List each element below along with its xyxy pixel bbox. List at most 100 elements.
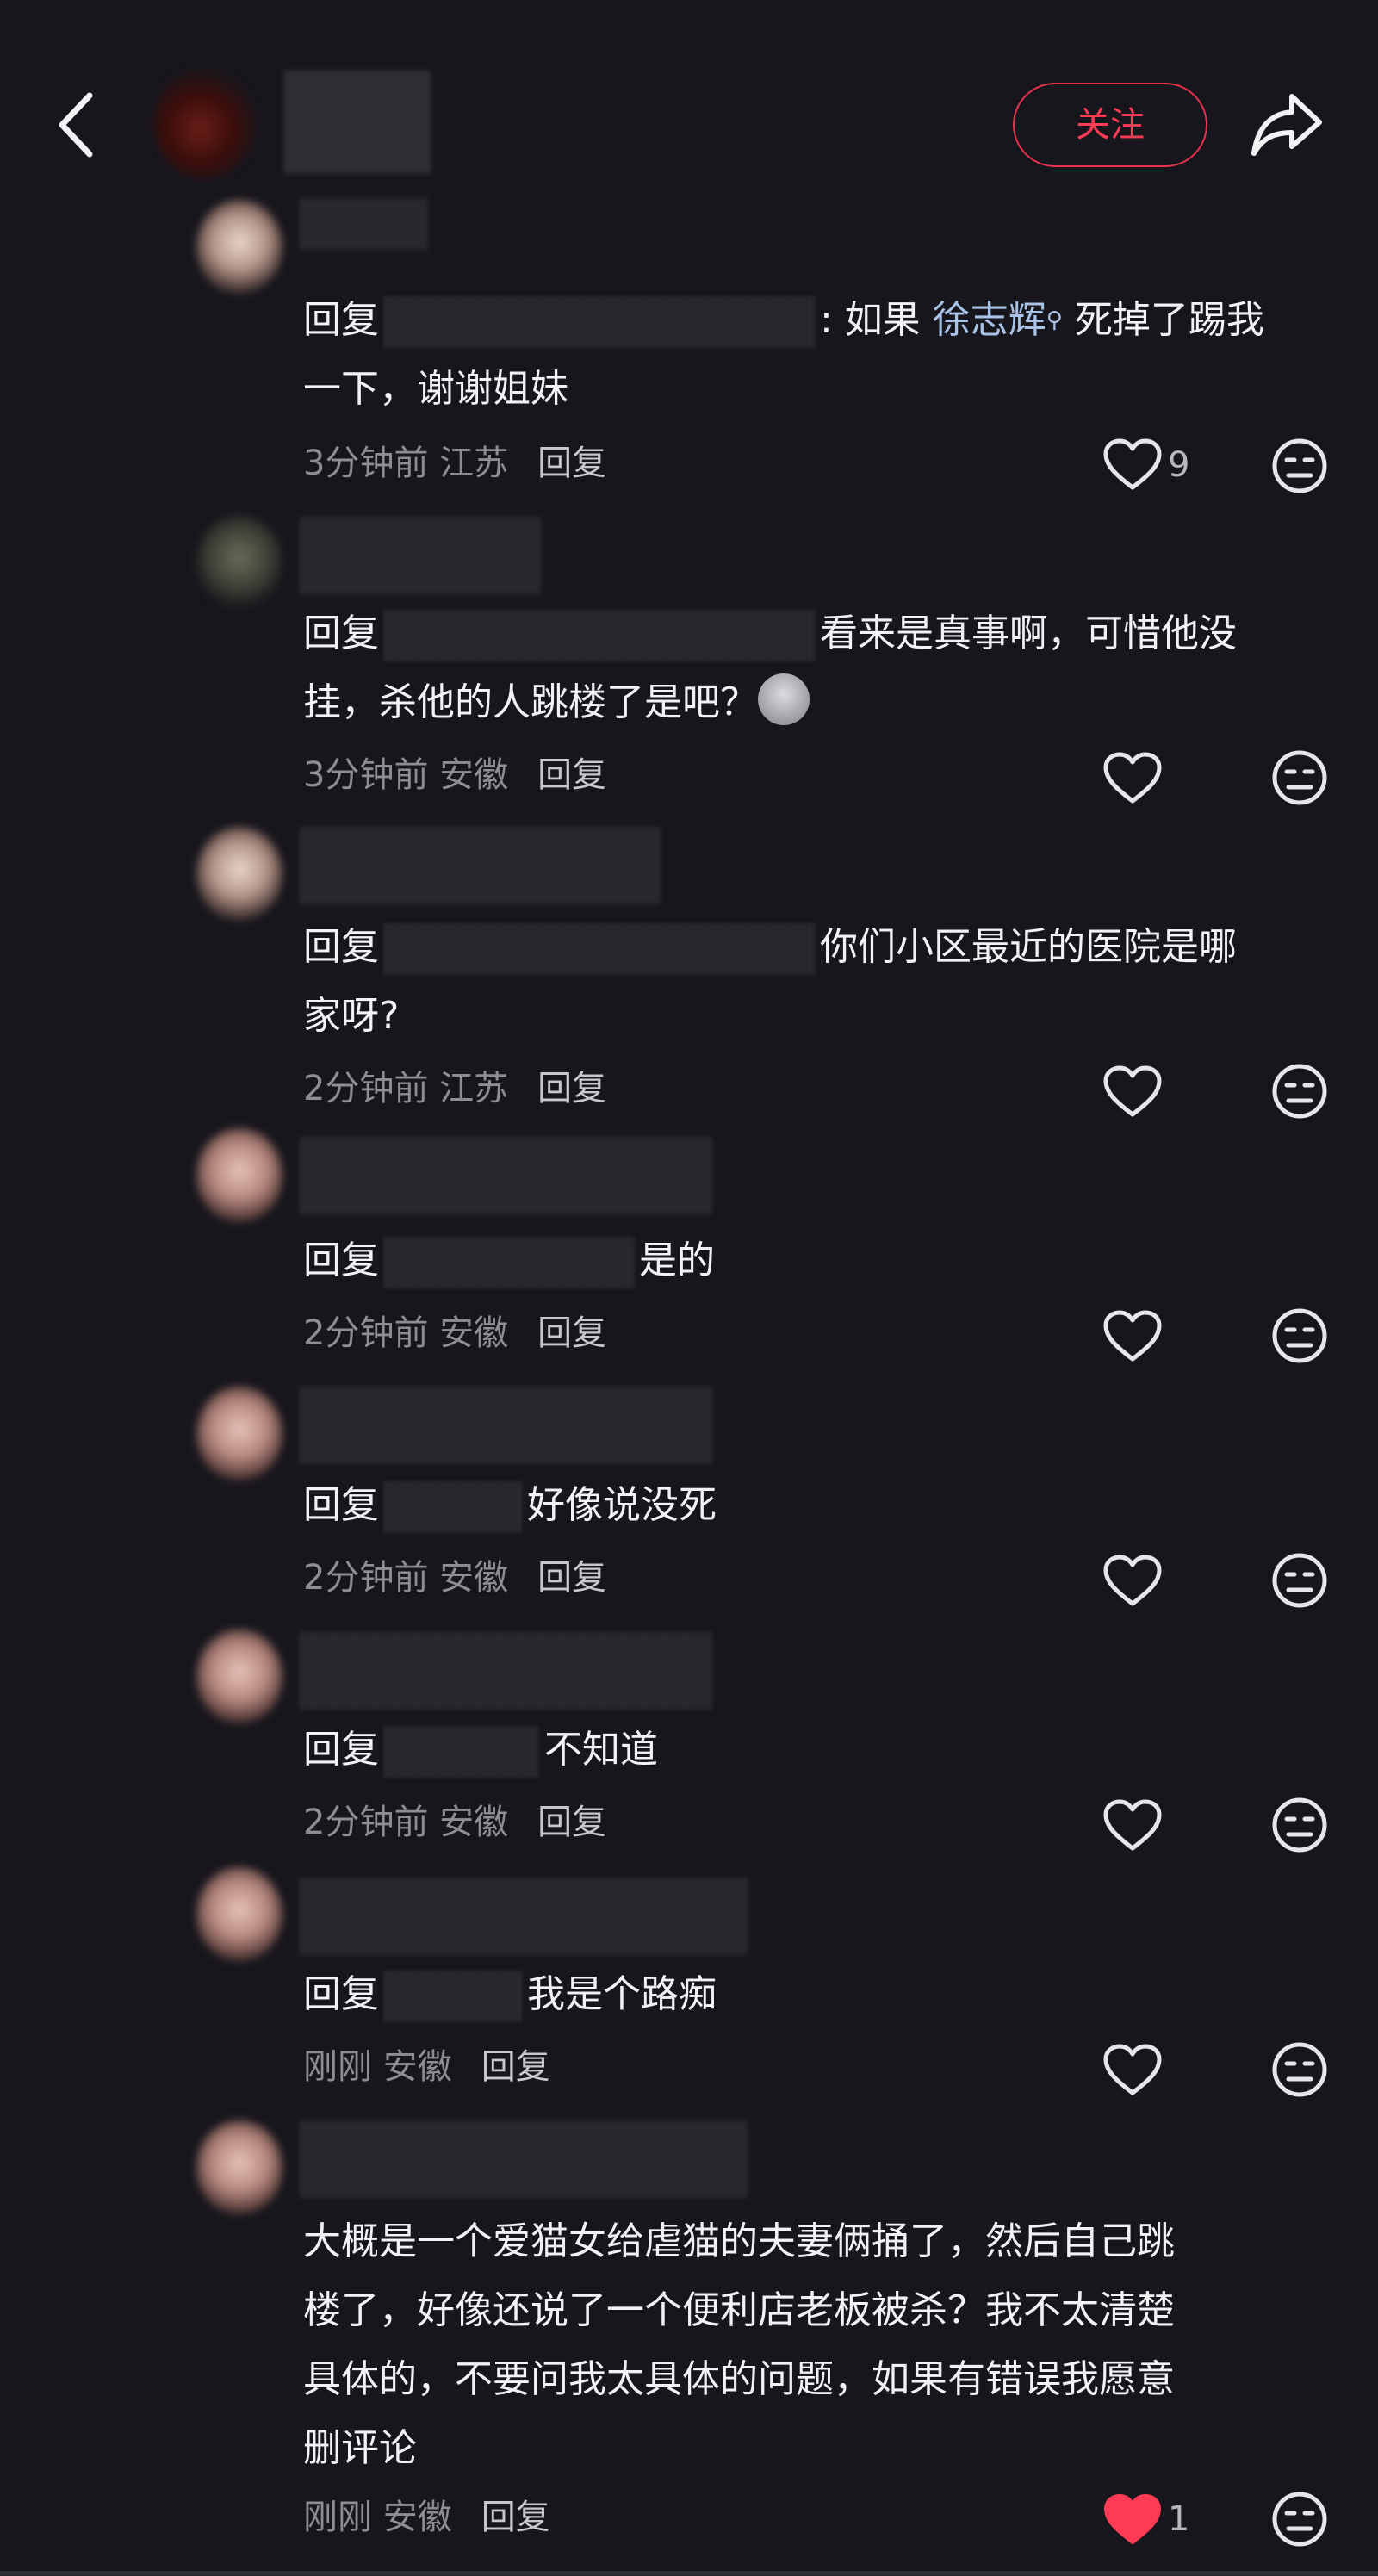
comment-text-line: 是的 (639, 1238, 715, 1282)
comment-text: 大概是一个爱猫女给虐猫的夫妻俩捅了，然后自己跳 楼了，好像还说了一个便利店老板被… (303, 2207, 1337, 2483)
comment-text-line: 看来是真事啊，可惜他没 (820, 611, 1237, 655)
location: 江苏 (439, 444, 509, 483)
username-blurred (300, 1878, 748, 1955)
dislike-face-icon[interactable] (1269, 1061, 1330, 1121)
avatar[interactable] (196, 1387, 282, 1481)
avatar[interactable] (196, 515, 282, 610)
comment-meta: 2分钟前 安徽 回复 (303, 1552, 606, 1604)
comment-text: 回复 不知道 (303, 1716, 1337, 1785)
reply-prefix: 回复 (303, 925, 379, 969)
timestamp: 2分钟前 (303, 1803, 429, 1842)
comment-meta: 刚刚 安徽 回复 (303, 2492, 550, 2543)
replied-user-blurred (384, 296, 815, 348)
reply-button[interactable]: 回复 (537, 1313, 606, 1353)
comment-text-line: 一下，谢谢姐妹 (303, 367, 568, 411)
dislike-face-icon[interactable] (1269, 1550, 1330, 1611)
like-heart-icon[interactable] (1102, 2043, 1163, 2098)
comment-text-line: 楼了，好像还说了一个便利店老板被杀？我不太清楚 (303, 2288, 1175, 2332)
reply-prefix: 回复 (303, 1972, 379, 2016)
comment-meta: 2分钟前 江苏 回复 (303, 1063, 606, 1114)
comment-text: 回复 我是个路痴 (303, 1960, 1337, 2029)
username-blurred (300, 2120, 748, 2198)
username-blurred (300, 1137, 713, 1214)
dislike-face-icon[interactable] (1269, 1306, 1330, 1366)
comment-text-line: 好像说没死 (527, 1483, 717, 1527)
avatar[interactable] (196, 2120, 282, 2215)
comment-text: 回复 好像说没死 (303, 1471, 1337, 1540)
username-blurred (300, 198, 429, 250)
like-heart-icon[interactable] (1102, 1309, 1163, 1364)
divider (0, 2571, 1378, 2576)
timestamp: 刚刚 (303, 2047, 372, 2087)
timestamp: 2分钟前 (303, 1069, 429, 1108)
location: 安徽 (439, 1803, 509, 1842)
emoji-sticker (758, 673, 810, 725)
dislike-face-icon[interactable] (1269, 748, 1330, 808)
comment-text: 回复 看来是真事啊，可惜他没 挂，杀他的人跳楼了是吧？ (303, 599, 1337, 737)
avatar[interactable] (196, 827, 282, 922)
like-heart-filled-icon[interactable] (1102, 2492, 1163, 2548)
location: 安徽 (439, 1313, 509, 1353)
dislike-face-icon[interactable] (1269, 2489, 1330, 2549)
author-avatar[interactable] (153, 67, 257, 179)
comment-meta: 2分钟前 安徽 回复 (303, 1797, 606, 1848)
like-count: 9 (1168, 445, 1190, 485)
reply-button[interactable]: 回复 (537, 444, 606, 483)
back-arrow-icon[interactable] (52, 90, 103, 159)
author-name-blurred (284, 71, 431, 174)
username-blurred (300, 517, 541, 594)
dislike-face-icon[interactable] (1269, 436, 1330, 496)
follow-button[interactable]: 关注 (1013, 83, 1207, 167)
comment-text-line: 不知道 (544, 1728, 658, 1772)
comment-text: 回复 你们小区最近的医院是哪 家呀? (303, 913, 1337, 1051)
share-icon[interactable] (1251, 90, 1325, 160)
location: 江苏 (439, 1069, 509, 1108)
comment-meta: 2分钟前 安徽 回复 (303, 1307, 606, 1359)
reply-button[interactable]: 回复 (481, 2498, 550, 2537)
avatar[interactable] (196, 200, 282, 295)
reply-button[interactable]: 回复 (481, 2047, 550, 2087)
comment-text-line: 大概是一个爱猫女给虐猫的夫妻俩捅了，然后自己跳 (303, 2219, 1175, 2263)
like-heart-icon[interactable] (1102, 438, 1163, 493)
reply-prefix: 回复 (303, 1728, 379, 1772)
reply-prefix: 回复 (303, 611, 379, 655)
avatar[interactable] (196, 1128, 282, 1223)
location: 安徽 (382, 2498, 452, 2537)
comment-text: 回复 是的 (303, 1226, 1337, 1295)
replied-user-blurred (384, 1971, 522, 2022)
reply-prefix: 回复 (303, 298, 379, 342)
reply-button[interactable]: 回复 (537, 1069, 606, 1108)
reply-prefix: 回复 (303, 1483, 379, 1527)
replied-user-blurred (384, 610, 815, 661)
comment-meta: 3分钟前 江苏 回复 (303, 438, 606, 489)
comment-text-part: : 如果 (820, 298, 933, 342)
dislike-face-icon[interactable] (1269, 2039, 1330, 2100)
avatar[interactable] (196, 1629, 282, 1724)
mention-link[interactable]: 徐志辉 (933, 298, 1046, 342)
reply-button[interactable]: 回复 (537, 755, 606, 795)
like-heart-icon[interactable] (1102, 1065, 1163, 1120)
timestamp: 2分钟前 (303, 1313, 429, 1353)
like-count: 1 (1168, 2499, 1190, 2539)
top-bar: 关注 (0, 0, 1378, 181)
username-blurred (300, 1387, 713, 1464)
username-blurred (300, 1632, 713, 1710)
comment-text-line: 我是个路痴 (527, 1972, 717, 2016)
replied-user-blurred (384, 1726, 539, 1778)
like-heart-icon[interactable] (1102, 751, 1163, 806)
replied-user-blurred (384, 1237, 634, 1288)
username-blurred (300, 827, 661, 904)
replied-user-blurred (384, 923, 815, 975)
like-heart-icon[interactable] (1102, 1798, 1163, 1853)
like-heart-icon[interactable] (1102, 1554, 1163, 1609)
comment-text-line: 家呀? (303, 994, 400, 1038)
reply-button[interactable]: 回复 (537, 1803, 606, 1842)
reply-button[interactable]: 回复 (537, 1558, 606, 1598)
location: 安徽 (439, 755, 509, 795)
comment-text-line: 具体的，不要问我太具体的问题，如果有错误我愿意 (303, 2357, 1175, 2401)
replied-user-blurred (384, 1481, 522, 1533)
avatar[interactable] (196, 1867, 282, 1962)
dislike-face-icon[interactable] (1269, 1795, 1330, 1855)
search-icon: ⚲ (1046, 307, 1063, 333)
timestamp: 3分钟前 (303, 755, 429, 795)
